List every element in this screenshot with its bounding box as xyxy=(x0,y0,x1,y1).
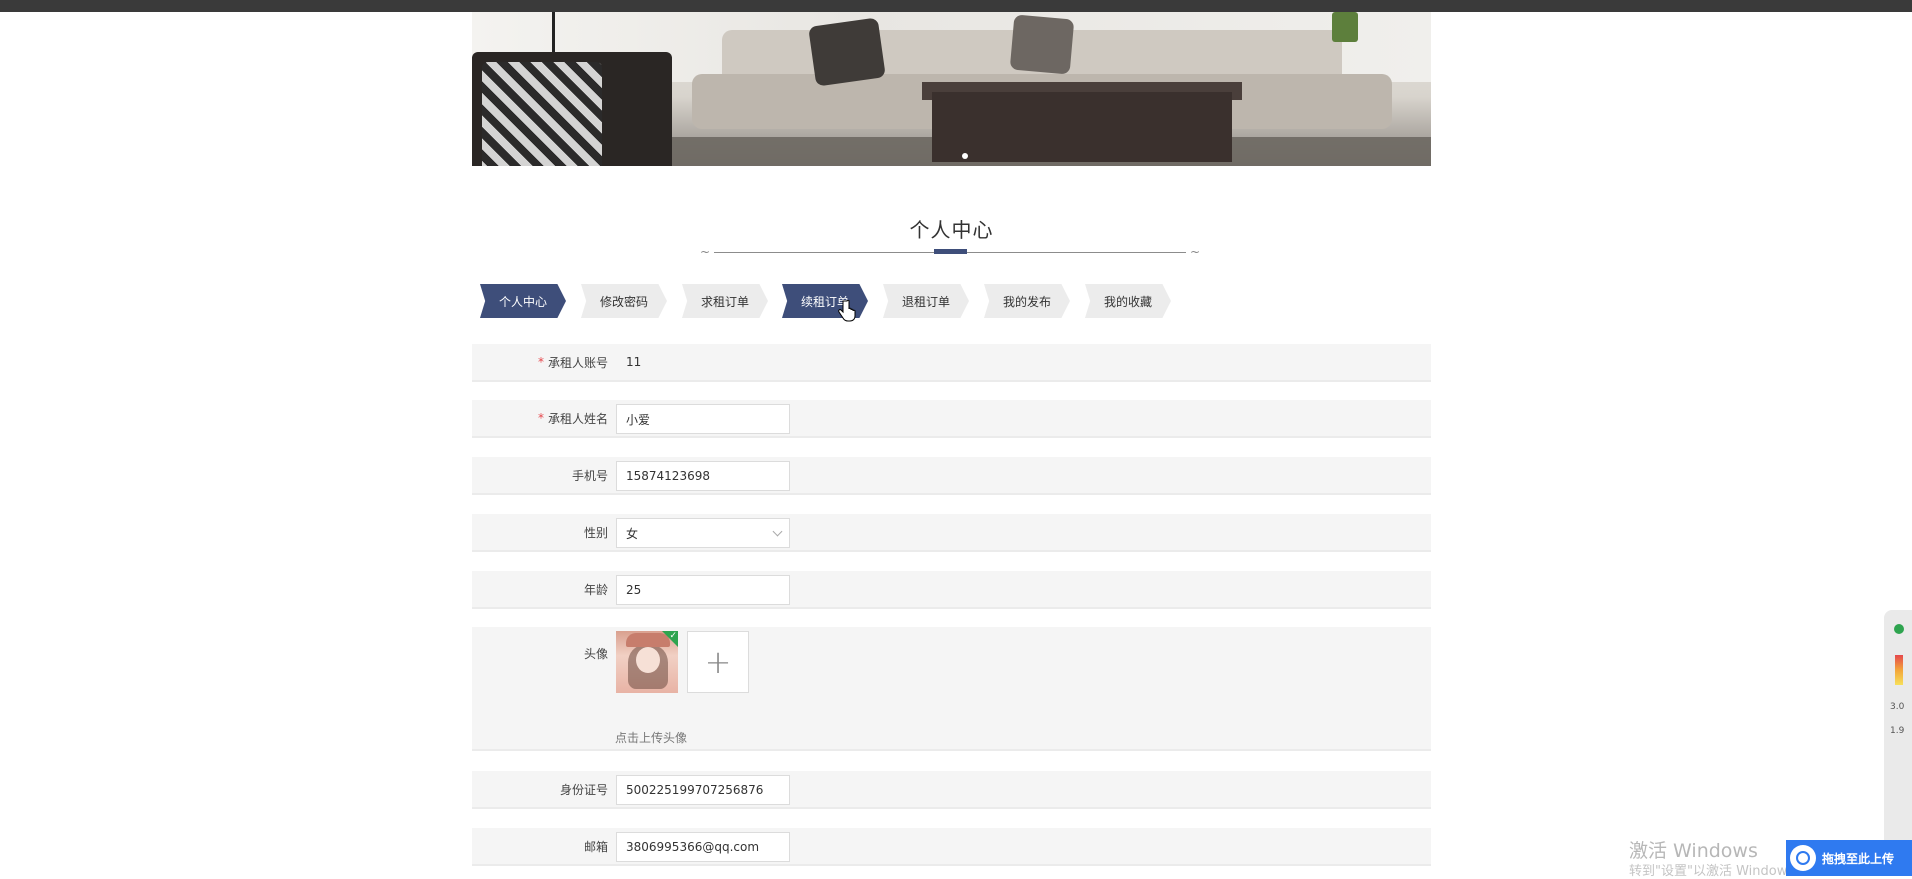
form-row-age: 年龄 xyxy=(472,571,1431,609)
banner-patterned-pillow xyxy=(482,62,602,166)
check-icon: ✓ xyxy=(669,631,677,641)
tab-return-orders[interactable]: 退租订单 xyxy=(883,284,969,318)
avatar-label: 头像 xyxy=(583,647,608,661)
name-label: 承租人姓名 xyxy=(547,411,608,426)
avatar-image[interactable]: ✓ xyxy=(616,631,678,693)
tab-change-password[interactable]: 修改密码 xyxy=(581,284,667,318)
form-row-phone: 手机号 xyxy=(472,457,1431,495)
name-input[interactable] xyxy=(616,404,790,434)
banner-image xyxy=(472,12,1431,166)
email-input[interactable] xyxy=(616,832,790,862)
shield-icon xyxy=(1894,624,1904,634)
avatar-upload-button[interactable]: + xyxy=(687,631,749,693)
form-row-gender: 性别 女 xyxy=(472,514,1431,552)
gender-selected-value: 女 xyxy=(626,526,639,541)
age-label: 年龄 xyxy=(583,582,608,597)
form-row-name: * 承租人姓名 xyxy=(472,400,1431,438)
drag-upload-button[interactable]: 拖拽至此上传 xyxy=(1786,840,1912,876)
page-title: 个人中心 xyxy=(909,218,994,242)
account-value: 11 xyxy=(626,355,642,369)
plus-icon: + xyxy=(704,643,732,681)
avatar-upload-hint: 点击上传头像 xyxy=(615,731,688,745)
form-row-avatar: 头像 ✓ + 点击上传头像 xyxy=(472,627,1431,751)
tab-my-posts[interactable]: 我的发布 xyxy=(984,284,1070,318)
carousel-dot[interactable] xyxy=(962,153,968,159)
phone-label: 手机号 xyxy=(571,468,608,483)
gender-select[interactable]: 女 xyxy=(616,518,790,548)
form-row-account: * 承租人账号 11 xyxy=(472,344,1431,382)
tab-rent-request-orders[interactable]: 求租订单 xyxy=(682,284,768,318)
drag-upload-label: 拖拽至此上传 xyxy=(1822,851,1895,866)
account-label: 承租人账号 xyxy=(547,355,608,370)
age-input[interactable] xyxy=(616,575,790,605)
network-speed-value: 3.0 xyxy=(1890,702,1905,712)
cloud-upload-icon xyxy=(1790,845,1816,871)
curl-right-icon: ~ xyxy=(1189,245,1200,259)
id-number-label: 身份证号 xyxy=(559,782,608,797)
tab-my-favorites[interactable]: 我的收藏 xyxy=(1085,284,1171,318)
hand-cursor-icon xyxy=(838,300,856,322)
network-speed-value: 1.9 xyxy=(1890,726,1905,736)
tab-personal-center[interactable]: 个人中心 xyxy=(480,284,566,318)
avatar-face xyxy=(636,647,660,673)
browser-top-bar xyxy=(0,0,1912,12)
usage-bar xyxy=(1895,655,1903,685)
form-row-id-number: 身份证号 xyxy=(472,771,1431,809)
curl-left-icon: ~ xyxy=(700,245,711,259)
email-label: 邮箱 xyxy=(583,839,608,854)
form-row-email: 邮箱 xyxy=(472,828,1431,866)
banner-table xyxy=(932,92,1232,162)
phone-input[interactable] xyxy=(616,461,790,491)
windows-activation-watermark: 激活 Windows xyxy=(1629,840,1758,862)
id-number-input[interactable] xyxy=(616,775,790,805)
required-mark: * xyxy=(537,411,544,425)
chevron-down-icon xyxy=(772,526,783,537)
title-decoration: ~ ~ xyxy=(700,246,1200,258)
required-mark: * xyxy=(537,355,544,369)
banner-cushion xyxy=(1009,14,1075,75)
system-monitor-widget[interactable]: 3.0 1.9 xyxy=(1884,610,1912,876)
banner-cushion xyxy=(808,17,886,87)
banner-plant xyxy=(1332,12,1358,42)
title-accent-bar xyxy=(934,249,967,254)
gender-label: 性别 xyxy=(583,525,608,540)
windows-activation-hint: 转到"设置"以激活 Windows。 xyxy=(1629,864,1808,879)
